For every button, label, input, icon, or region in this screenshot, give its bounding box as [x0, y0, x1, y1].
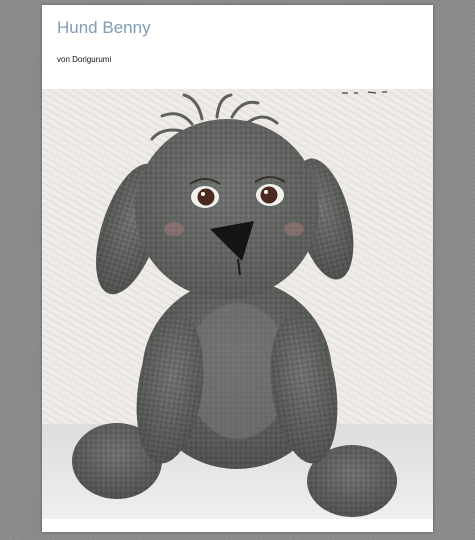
pattern-title: Hund Benny — [57, 18, 151, 37]
crochet-dog-photo — [42, 89, 433, 519]
document-page: Hund Benny von Dorigurumi — [42, 5, 433, 532]
author-byline: von Dorigurumi — [57, 55, 112, 64]
document-viewer: Hund Benny von Dorigurumi — [0, 0, 475, 540]
